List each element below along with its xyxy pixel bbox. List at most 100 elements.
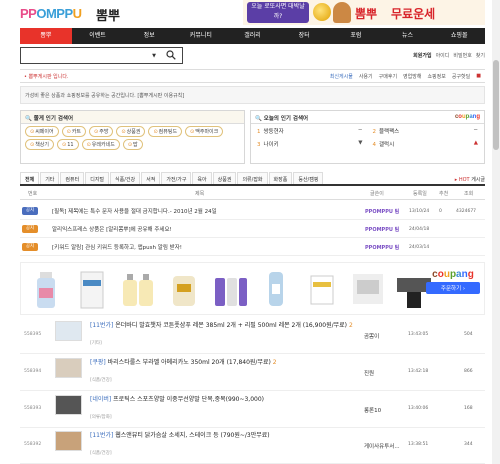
nav-item-info[interactable]: 정보 xyxy=(123,28,175,44)
search-input[interactable]: ▼ xyxy=(20,47,183,64)
rank-item[interactable]: 4 갤럭시 ▲ xyxy=(373,140,479,148)
nav-item-market[interactable]: 장터 xyxy=(278,28,330,44)
post-row[interactable]: 558394 [쿠팡] 바리스타룰스 부라벨 아메리카노 350ml 20개 (… xyxy=(20,355,485,391)
post-row[interactable]: 558393 [네이버] 프로틱스 스포츠양말 이중무선양말 단목,중목(990… xyxy=(20,392,485,428)
hot-search-tags: ⊙ 씨페이어 ⊙ 카트 ⊙ 주방 ⊙ 상품권 ⊙ 컴퓨팅드 ⊙ 맥주마이크 ⊙ 책상기 ⊙ 11… xyxy=(21,124,244,152)
tab-clothing[interactable]: 의류/잡화 xyxy=(237,172,268,184)
board-link-purchase[interactable]: 구매후기 xyxy=(379,73,397,80)
search-tag[interactable]: ⊙ 주방 xyxy=(89,126,114,137)
tab-camping[interactable]: 등산/캠핑 xyxy=(293,172,324,184)
notice-title[interactable]: [필독] 제목에는 특수 문자 사용을 절대 금지합니다.- 2010년 2월 … xyxy=(52,207,217,215)
post-title[interactable]: [쿠팡] 바리스타룰스 부라벨 아메리카노 350ml 20개 (17,840원… xyxy=(90,358,360,367)
post-writer[interactable]: 롱론10 xyxy=(364,406,381,414)
scrollbar-thumb[interactable] xyxy=(493,60,499,150)
tab-appliance[interactable]: 가전/가구 xyxy=(161,172,192,184)
post-thumbnail[interactable] xyxy=(55,395,82,415)
tab-food[interactable]: 식품/건강 xyxy=(110,172,141,184)
post-row[interactable]: 558392 [11번가] 웹스앤뷰티 닭가슴살 소세지, 스테이크 등 (79… xyxy=(20,428,485,464)
search-tag[interactable]: ⊙ 카트 xyxy=(61,126,87,137)
search-tag[interactable]: ⊙ 씨페이어 xyxy=(25,126,59,137)
search-tag[interactable]: ⊙ 11 xyxy=(57,139,79,150)
tab-books[interactable]: 서적 xyxy=(141,172,161,184)
notice-title[interactable]: [키워드 알림] 관심 키워드 등록하고, 앱push 알림 받자! xyxy=(52,243,182,251)
search-tag[interactable]: ⊙ 컴퓨팅드 xyxy=(148,126,183,137)
rank-item[interactable]: 3 나이키 ▼ xyxy=(257,140,363,148)
board-link-review[interactable]: 사용기 xyxy=(359,73,373,80)
nav-item-shop[interactable]: 쇼핑몰 xyxy=(433,28,485,44)
product-image[interactable] xyxy=(255,268,297,310)
post-writer[interactable]: 곰뽐이 xyxy=(364,332,379,340)
search-tag[interactable]: ⊙ 유레카네드 xyxy=(81,139,120,150)
coupang-logo[interactable]: coupang xyxy=(455,114,480,120)
search-tag[interactable]: ⊙ 맥주마이크 xyxy=(185,126,224,137)
post-title[interactable]: [네이버] 프로틱스 스포츠양말 이중무선양말 단목,중목(990~3,000) xyxy=(90,395,360,404)
board-link-group[interactable]: 공구핫딜 xyxy=(452,73,470,80)
post-title[interactable]: [11번가] 웹스앤뷰티 닭가슴살 소세지, 스테이크 등 (790원~/3만무… xyxy=(90,431,360,440)
search-icon: ⊙ xyxy=(30,141,35,148)
tab-cosmetics[interactable]: 화장품 xyxy=(268,172,293,184)
notice-title[interactable]: 알리익스프레스 상품은 [알리뽐뿌]에 공유해 주세요! xyxy=(52,225,172,233)
rank-item[interactable]: 1 쌍둥현자 − xyxy=(257,127,363,135)
nav-item-forum[interactable]: 포럼 xyxy=(330,28,382,44)
post-thumbnail[interactable] xyxy=(55,321,82,341)
board-name[interactable]: • 뽐뿌게시판 입니다. xyxy=(24,73,69,80)
hot-search-title: 🔍 쫄게 인기 검색어 xyxy=(21,111,244,124)
board-link-report[interactable]: 영업방해 xyxy=(403,73,421,80)
tab-giftcard[interactable]: 상품권 xyxy=(212,172,237,184)
post-writer[interactable]: 진원 xyxy=(364,369,374,377)
board-link-shopping[interactable]: 쇼핑정보 xyxy=(427,73,445,80)
tab-digital[interactable]: 디지털 xyxy=(85,172,110,184)
product-image[interactable] xyxy=(301,268,343,310)
nav-item-ppomppu[interactable]: 뽐뿌 xyxy=(20,28,72,44)
site-logo-korean[interactable]: 뽐뿌 xyxy=(96,5,120,24)
coupang-ad-banner[interactable]: coupang 주문하기 › xyxy=(20,262,485,315)
notice-writer: PPOMPPU 팀 xyxy=(365,208,400,215)
post-row[interactable]: 558395 [11번가] 온더바디 발효챗자 코튼풋샴푸 레몬 385ml 2… xyxy=(20,318,485,354)
nav-item-gallery[interactable]: 갤러리 xyxy=(227,28,279,44)
top-ad-banner[interactable]: 오늘 로또사면 대박날까? 뽐뿌 무료운세 xyxy=(243,0,485,25)
nav-item-community[interactable]: 커뮤니티 xyxy=(175,28,227,44)
product-image[interactable] xyxy=(117,268,159,310)
product-image[interactable] xyxy=(163,268,205,310)
nav-item-event[interactable]: 이벤트 xyxy=(72,28,124,44)
rank-change: ▲ xyxy=(473,140,478,146)
order-button[interactable]: 주문하기 › xyxy=(426,282,480,294)
tab-baby[interactable]: 육아 xyxy=(192,172,212,184)
product-image[interactable] xyxy=(347,268,389,310)
signup-link[interactable]: 회원가입 xyxy=(413,52,431,59)
product-image[interactable] xyxy=(25,268,67,310)
tab-all[interactable]: 전체 xyxy=(20,172,40,184)
post-category: [기타] xyxy=(90,341,102,346)
coupang-cta[interactable]: coupang 주문하기 › xyxy=(426,269,480,294)
post-thumbnail[interactable] xyxy=(55,431,82,451)
find-link[interactable]: 찾기 xyxy=(476,52,485,59)
menu-icon[interactable]: ■ xyxy=(476,73,481,80)
post-title[interactable]: [11번가] 온더바디 발효챗자 코튼풋샴푸 레몬 385ml 2개 + 리필 … xyxy=(90,321,360,330)
board-link-latest[interactable]: 최신게시물 xyxy=(330,73,353,80)
notice-row[interactable]: 공지 [필독] 제목에는 특수 문자 사용을 절대 금지합니다.- 2010년 … xyxy=(20,203,485,220)
nav-item-news[interactable]: 뉴스 xyxy=(382,28,434,44)
hot-posts-link[interactable]: ▸ HOT 게시글 xyxy=(455,176,485,183)
post-writer[interactable]: 게이사유투서... xyxy=(364,442,400,450)
notice-row[interactable]: 공지 알리익스프레스 상품은 [알리뽐뿌]에 공유해 주세요! PPOMPPU … xyxy=(20,221,485,238)
search-tag[interactable]: ⊙ 밥 xyxy=(122,139,143,150)
rank-item[interactable]: 2 블랙팩스 − xyxy=(373,127,479,135)
search-tag[interactable]: ⊙ 책상기 xyxy=(25,139,55,150)
post-thumbnail[interactable] xyxy=(55,358,82,378)
site-logo[interactable]: PPOMPPU xyxy=(20,6,82,21)
search-select[interactable]: ▼ xyxy=(152,53,156,59)
post-views: 168 xyxy=(464,406,473,411)
search-tag[interactable]: ⊙ 상품권 xyxy=(116,126,146,137)
col-date: 등록일 xyxy=(413,191,427,197)
find-pw-link[interactable]: 비밀번호 xyxy=(453,52,471,59)
search-button[interactable] xyxy=(160,48,182,62)
scrollbar[interactable] xyxy=(492,0,500,464)
product-image[interactable] xyxy=(71,268,113,310)
notice-badge: 공지 xyxy=(22,207,38,215)
tab-computer[interactable]: 컴퓨터 xyxy=(60,172,85,184)
rank-change: ▼ xyxy=(358,140,363,146)
tab-etc[interactable]: 기타 xyxy=(40,172,60,184)
product-image[interactable] xyxy=(209,268,251,310)
notice-row[interactable]: 공지 [키워드 알림] 관심 키워드 등록하고, 앱push 알림 받자! PP… xyxy=(20,239,485,256)
find-id-link[interactable]: 아이디 xyxy=(436,52,450,59)
